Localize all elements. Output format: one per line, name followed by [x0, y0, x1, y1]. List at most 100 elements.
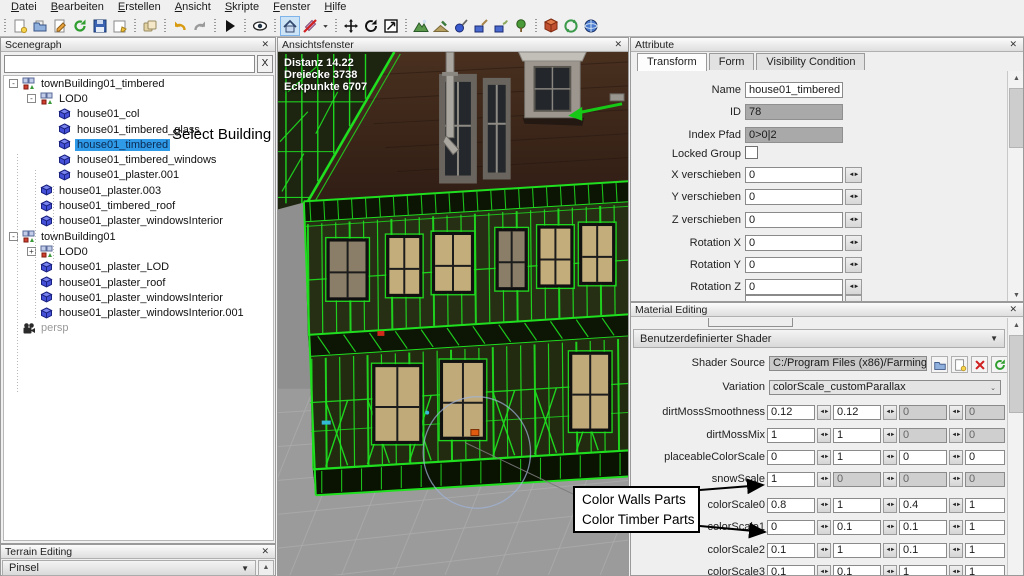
- open-file-icon[interactable]: [30, 16, 50, 36]
- eye-icon[interactable]: [250, 16, 270, 36]
- material-scrollbar[interactable]: ▲: [1007, 318, 1024, 575]
- x-verschieben-field[interactable]: 0: [745, 167, 843, 183]
- menu-item-datei[interactable]: Datei: [4, 0, 44, 15]
- spinner-control[interactable]: ◄►: [845, 279, 862, 295]
- colorScale3-value-0[interactable]: 0.1: [767, 565, 815, 576]
- tree-item[interactable]: house01_plaster.001: [4, 168, 273, 183]
- spinner-control[interactable]: ◄►: [845, 189, 862, 205]
- spinner-control[interactable]: ◄►: [817, 472, 831, 487]
- clear-filter-button[interactable]: X: [257, 55, 273, 73]
- spinner-control[interactable]: ◄►: [883, 565, 897, 576]
- move-icon[interactable]: [341, 16, 361, 36]
- colorScale2-value-2[interactable]: 0.1: [899, 543, 947, 558]
- physics-cube-icon[interactable]: [541, 16, 561, 36]
- new-file-icon[interactable]: [10, 16, 30, 36]
- new-file-icon[interactable]: [951, 356, 968, 373]
- reload-icon[interactable]: [70, 16, 90, 36]
- menu-item-erstellen[interactable]: Erstellen: [111, 0, 168, 15]
- tree-item[interactable]: -LOD0: [4, 91, 273, 106]
- remove-icon[interactable]: [971, 356, 988, 373]
- menu-item-skripte[interactable]: Skripte: [218, 0, 266, 15]
- tree-item[interactable]: -townBuilding01_timbered: [4, 76, 273, 91]
- menu-item-bearbeiten[interactable]: Bearbeiten: [44, 0, 111, 15]
- colorScale2-value-1[interactable]: 1: [833, 543, 881, 558]
- menu-item-fenster[interactable]: Fenster: [266, 0, 317, 15]
- tree-item[interactable]: house01_plaster_windowsInterior: [4, 290, 273, 305]
- menu-item-hilfe[interactable]: Hilfe: [317, 0, 353, 15]
- colorScale3-value-3[interactable]: 1: [965, 565, 1005, 576]
- spinner-control[interactable]: ◄►: [817, 520, 831, 535]
- brush-section-header[interactable]: Pinsel ▼: [2, 560, 256, 576]
- dirtMossSmoothness-value-0[interactable]: 0.12: [767, 405, 815, 420]
- foliage-icon[interactable]: [511, 16, 531, 36]
- tree-item[interactable]: house01_plaster.003: [4, 183, 273, 198]
- colorScale0-value-3[interactable]: 1: [965, 498, 1005, 513]
- close-icon[interactable]: ✕: [259, 39, 271, 50]
- dirtMossSmoothness-value-1[interactable]: 0.12: [833, 405, 881, 420]
- reload-icon[interactable]: [991, 356, 1008, 373]
- spinner-control[interactable]: ◄►: [949, 450, 963, 465]
- close-icon[interactable]: ✕: [1007, 304, 1019, 315]
- dropdown-caret-icon[interactable]: [320, 16, 331, 36]
- spinner-control[interactable]: ◄►: [817, 428, 831, 443]
- spinner-control[interactable]: ◄►: [949, 543, 963, 558]
- rotation-x-field[interactable]: 0: [745, 235, 843, 251]
- spinner-control[interactable]: ◄►: [845, 167, 862, 183]
- scroll-up-icon[interactable]: ▲: [1008, 318, 1024, 333]
- tree-item[interactable]: -townBuilding01: [4, 229, 273, 244]
- z-verschieben-field[interactable]: 0: [745, 212, 843, 228]
- scroll-down-icon[interactable]: ▼: [1008, 288, 1024, 302]
- palette-icon[interactable]: [140, 16, 160, 36]
- spinner-control[interactable]: ◄►: [949, 472, 963, 487]
- tab-visibility-condition[interactable]: Visibility Condition: [756, 53, 865, 70]
- spinner-control[interactable]: ◄►: [949, 405, 963, 420]
- scrollbar-thumb[interactable]: [1009, 335, 1024, 413]
- rotation-y-field[interactable]: 0: [745, 257, 843, 273]
- terrain-sculpt-icon[interactable]: [411, 16, 431, 36]
- attribute-scrollbar[interactable]: ▲ ▼: [1007, 71, 1024, 302]
- save-icon[interactable]: [90, 16, 110, 36]
- tab-transform[interactable]: Transform: [637, 53, 707, 71]
- spinner-control[interactable]: ◄►: [817, 498, 831, 513]
- spinner-control[interactable]: ◄►: [845, 257, 862, 273]
- placeableColorScale-value-0[interactable]: 0: [767, 450, 815, 465]
- dirtMossMix-value-0[interactable]: 1: [767, 428, 815, 443]
- spinner-control[interactable]: ◄►: [883, 472, 897, 487]
- placeableColorScale-value-3[interactable]: 0: [965, 450, 1005, 465]
- terrain-flatten-icon[interactable]: [471, 16, 491, 36]
- collapse-icon[interactable]: -: [27, 94, 36, 103]
- menu-item-ansicht[interactable]: Ansicht: [168, 0, 218, 15]
- spinner-control[interactable]: ◄►: [883, 520, 897, 535]
- close-icon[interactable]: ✕: [259, 546, 271, 557]
- spinner-control[interactable]: ◄►: [949, 428, 963, 443]
- spinner-control[interactable]: ◄►: [949, 498, 963, 513]
- colorScale2-value-3[interactable]: 1: [965, 543, 1005, 558]
- scenegraph-filter-input[interactable]: [4, 55, 255, 73]
- spinner-control[interactable]: ◄►: [883, 428, 897, 443]
- spinner-control[interactable]: ◄►: [949, 565, 963, 576]
- snowScale-value-0[interactable]: 1: [767, 472, 815, 487]
- scale-icon[interactable]: [381, 16, 401, 36]
- shader-source-field[interactable]: C:/Program Files (x86)/Farming Sim: [769, 356, 927, 371]
- scenegraph-tree[interactable]: -townBuilding01_timbered-LOD0house01_col…: [3, 75, 274, 541]
- colorScale1-value-0[interactable]: 0: [767, 520, 815, 535]
- tree-item[interactable]: +LOD0: [4, 244, 273, 259]
- close-icon[interactable]: ✕: [612, 39, 624, 50]
- terrain-paint-icon[interactable]: [431, 16, 451, 36]
- tree-item[interactable]: house01_col: [4, 107, 273, 122]
- close-icon[interactable]: ✕: [1007, 39, 1019, 50]
- colorScale0-value-1[interactable]: 1: [833, 498, 881, 513]
- redo-icon[interactable]: [190, 16, 210, 36]
- placeableColorScale-value-1[interactable]: 1: [833, 450, 881, 465]
- open-folder-icon[interactable]: [931, 356, 948, 373]
- recycle-icon[interactable]: [561, 16, 581, 36]
- colorScale2-value-0[interactable]: 0.1: [767, 543, 815, 558]
- locked-group-checkbox[interactable]: [745, 146, 758, 159]
- spinner-control[interactable]: ◄►: [883, 450, 897, 465]
- spinner-control[interactable]: ◄►: [883, 405, 897, 420]
- terrain-pick-icon[interactable]: [451, 16, 471, 36]
- placeableColorScale-value-2[interactable]: 0: [899, 450, 947, 465]
- spinner-control[interactable]: ◄►: [949, 520, 963, 535]
- spinner-control[interactable]: ◄►: [883, 498, 897, 513]
- colorScale1-value-1[interactable]: 0.1: [833, 520, 881, 535]
